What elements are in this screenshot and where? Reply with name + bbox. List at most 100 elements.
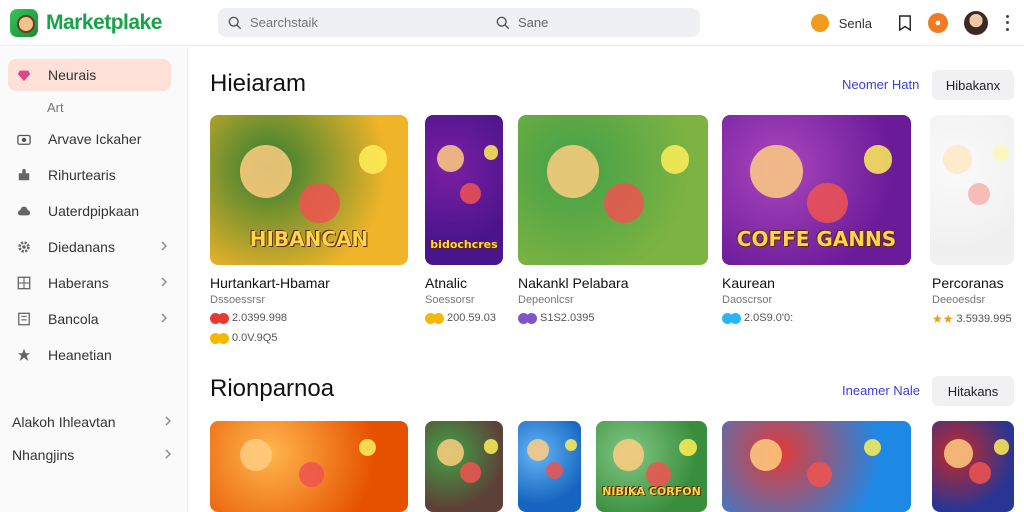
game-card-subtitle: Dssoessrsr <box>210 294 266 306</box>
search-icon <box>228 16 242 29</box>
sidebar-item-label: Haberans <box>48 275 109 291</box>
price-value: 3.5939.995 <box>956 313 1012 325</box>
game-card-image[interactable] <box>518 115 708 265</box>
sidebar-item-label: Neurais <box>48 67 97 83</box>
game-card-price: 2.0S9.0'0: <box>722 312 793 324</box>
sidebar-item-label: Uaterdpipkaan <box>48 203 140 219</box>
star-icon: ★★ <box>932 312 954 326</box>
coin-icon <box>810 14 829 32</box>
card-image-text: NIBIKA CORFON <box>602 485 701 498</box>
character-illustration <box>436 145 464 173</box>
game-card-image[interactable] <box>932 421 1014 512</box>
coin-label[interactable]: Senla <box>839 16 872 31</box>
character-illustration <box>612 439 645 472</box>
character-illustration <box>546 145 599 198</box>
section-see-more-link[interactable]: Neomer Hatn <box>842 77 919 92</box>
game-card-image[interactable] <box>930 115 1014 265</box>
sidebar-item-1[interactable]: Arvave Ickaher <box>8 123 171 155</box>
chevron-right-icon <box>165 416 171 426</box>
game-card-image[interactable]: NIBIKA CORFON <box>596 421 707 512</box>
game-card-title[interactable]: Atnalic <box>425 275 467 291</box>
sidebar-item-3[interactable]: Uaterdpipkaan <box>8 195 171 227</box>
game-card-price: ★★ 3.5939.995 <box>932 312 1012 326</box>
game-card-subtitle: Daoscrsor <box>722 294 773 306</box>
game-card-title[interactable]: Percoranas <box>932 275 1004 291</box>
search-input[interactable] <box>250 15 480 30</box>
character-illustration <box>239 439 272 472</box>
bookmark-button[interactable] <box>894 12 916 34</box>
character-illustration <box>660 145 689 174</box>
gem-icon <box>16 67 32 83</box>
character-illustration <box>358 145 387 174</box>
game-card-image[interactable]: bidochcres <box>425 115 503 265</box>
sidebar-item-2[interactable]: Rihurtearis <box>8 159 171 191</box>
sidebar-item-7[interactable]: Heanetian <box>8 339 171 371</box>
sidebar-item-label: Arvave Ickaher <box>48 131 142 147</box>
game-card-price: 200.59.03 <box>425 312 496 324</box>
price-value: 0.0V.9Q5 <box>232 332 278 344</box>
search-secondary-label: Sane <box>518 15 549 30</box>
price-value: S1S2.0395 <box>540 312 595 324</box>
section-view-all-button[interactable]: Hitakans <box>932 376 1014 406</box>
logo[interactable]: Marketplake <box>10 8 200 37</box>
price-value: 2.0399.998 <box>232 312 288 324</box>
search-secondary[interactable]: Sane <box>496 8 548 37</box>
character-illustration <box>993 439 1010 455</box>
section-view-all-button[interactable]: Hibakanx <box>932 70 1014 100</box>
section-see-more-link[interactable]: Ineamer Nale <box>842 383 920 398</box>
sidebar-footer-label: Nhangjins <box>12 447 75 463</box>
character-illustration <box>603 182 644 223</box>
character-illustration <box>750 145 803 198</box>
more-menu-button[interactable] <box>1002 13 1012 33</box>
character-illustration <box>527 439 550 462</box>
character-illustration <box>807 182 848 223</box>
character-illustration <box>645 461 671 487</box>
star-icon <box>16 347 32 363</box>
character-illustration <box>565 439 578 452</box>
chevron-right-icon <box>161 241 167 251</box>
top-bar: Marketplake Sane Senla ● <box>0 0 1024 46</box>
puzzle-icon <box>16 167 32 183</box>
chevron-right-icon <box>161 313 167 323</box>
avatar[interactable] <box>964 11 988 35</box>
character-illustration <box>679 439 697 457</box>
price-value: 200.59.03 <box>447 312 496 324</box>
character-illustration <box>460 461 482 483</box>
character-illustration <box>807 461 832 487</box>
game-card-image[interactable] <box>210 421 408 512</box>
game-card-subtitle: Soessorsr <box>425 294 475 306</box>
notification-button[interactable]: ● <box>928 13 948 33</box>
character-illustration <box>750 439 783 472</box>
game-card-image[interactable] <box>425 421 503 512</box>
game-card-price: 2.0399.998 <box>210 312 287 324</box>
character-illustration <box>358 439 376 457</box>
sidebar-footer-item-1[interactable]: Nhangjins <box>12 447 171 463</box>
game-card-subtitle: Deeoesdsr <box>932 294 986 306</box>
game-card-price-secondary: 0.0V.9Q5 <box>210 332 277 344</box>
sidebar-item-5[interactable]: Haberans <box>8 267 171 299</box>
section-title: Rionparnoa <box>210 375 335 402</box>
sidebar-item-4[interactable]: Diedanans <box>8 231 171 263</box>
cloud-icon <box>16 203 32 219</box>
search-bar[interactable]: Sane <box>218 8 700 37</box>
game-card-image[interactable]: HIBANCAN <box>210 115 408 265</box>
sidebar-sub-label[interactable]: Art <box>47 100 64 115</box>
sidebar-item-label: Diedanans <box>48 239 115 255</box>
character-illustration <box>944 439 973 468</box>
sidebar-footer-item-0[interactable]: Alakoh Ihleavtan <box>12 414 171 430</box>
game-card-image[interactable] <box>722 421 911 512</box>
game-card-title[interactable]: Hurtankart-Hbamar <box>210 275 330 291</box>
character-illustration <box>968 461 992 485</box>
game-card-title[interactable]: Kaurean <box>722 275 775 291</box>
sidebar-item-6[interactable]: Bancola <box>8 303 171 335</box>
game-card-title[interactable]: Nakankl Pelabara <box>518 275 629 291</box>
logo-icon <box>10 8 38 37</box>
game-card-image[interactable] <box>518 421 581 512</box>
character-illustration <box>299 182 340 223</box>
price-value: 2.0S9.0'0: <box>744 312 794 324</box>
game-card-image[interactable]: COFFE GANNS <box>722 115 911 265</box>
sidebar-item-label: Rihurtearis <box>48 167 116 183</box>
character-illustration <box>239 145 293 198</box>
sidebar-item-0[interactable]: Neurais <box>8 59 171 91</box>
character-illustration <box>483 145 499 160</box>
